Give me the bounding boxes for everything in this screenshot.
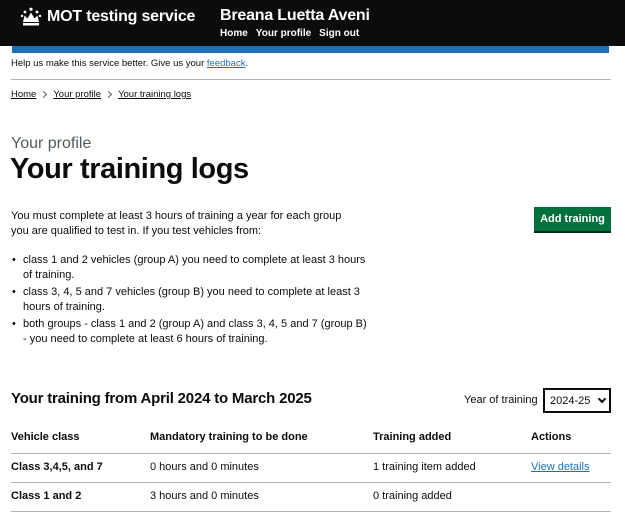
page-caption: Your profile <box>11 135 92 152</box>
vehicle-class-cell: Class 1 and 2 <box>11 490 82 502</box>
site-header: MOT testing service Breana Luetta Aveni … <box>0 0 625 46</box>
page-title: Your training logs <box>10 153 249 185</box>
breadcrumb-chevron-icon <box>40 90 48 99</box>
mandatory-training-cell: 3 hours and 0 minutes <box>150 490 259 502</box>
training-added-cell: 1 training item added <box>373 461 476 473</box>
feedback-banner-text: Help us make this service better. Give u… <box>11 58 207 69</box>
breadcrumb-chevron-icon <box>105 90 113 99</box>
nav-sign-out-link[interactable]: Sign out <box>319 28 359 39</box>
intro-text: You must complete at least 3 hours of tr… <box>11 210 342 237</box>
view-details-link[interactable]: View details <box>531 461 590 473</box>
table-row: Class 1 and 2 3 hours and 0 minutes 0 tr… <box>11 483 611 512</box>
requirements-list: class 1 and 2 vehicles (group A) you nee… <box>11 253 371 349</box>
table-header-row: Vehicle class Mandatory training to be d… <box>11 425 611 454</box>
training-table: Vehicle class Mandatory training to be d… <box>11 425 611 512</box>
service-name: MOT testing service <box>47 8 196 25</box>
column-header-actions: Actions <box>531 431 572 443</box>
training-added-cell: 0 training added <box>373 490 452 502</box>
requirement-group-b: class 3, 4, 5 and 7 vehicles (group B) y… <box>11 285 371 315</box>
nav-home-link[interactable]: Home <box>220 28 248 39</box>
breadcrumb-training-logs-link[interactable]: Your training logs <box>118 89 191 100</box>
requirement-both-groups: both groups - class 1 and 2 (group A) an… <box>11 317 371 347</box>
header-nav: Home Your profile Sign out <box>220 28 359 39</box>
feedback-banner: Help us make this service better. Give u… <box>11 58 611 80</box>
year-of-training-label: Year of training <box>464 394 538 406</box>
breadcrumb-your-profile-link[interactable]: Your profile <box>53 89 101 100</box>
table-row: Class 3,4,5, and 7 0 hours and 0 minutes… <box>11 454 611 483</box>
column-header-mandatory-training: Mandatory training to be done <box>150 431 308 443</box>
add-training-button[interactable]: Add training <box>534 207 611 231</box>
user-name: Breana Luetta Aveni <box>220 7 370 24</box>
header-accent-bar <box>12 46 609 53</box>
service-brand[interactable]: MOT testing service <box>20 7 195 27</box>
chevron-down-icon <box>597 394 607 404</box>
feedback-banner-suffix: . <box>245 58 249 69</box>
year-of-training-select[interactable]: 2024-25 <box>543 388 611 413</box>
vehicle-class-cell: Class 3,4,5, and 7 <box>11 461 103 473</box>
training-period-heading: Your training from April 2024 to March 2… <box>11 390 312 407</box>
crown-icon <box>20 7 42 26</box>
column-header-vehicle-class: Vehicle class <box>11 431 80 443</box>
year-selected-value: 2024-25 <box>550 394 591 407</box>
requirement-group-a: class 1 and 2 vehicles (group A) you nee… <box>11 253 371 283</box>
breadcrumb-home-link[interactable]: Home <box>11 89 36 100</box>
feedback-link[interactable]: feedback <box>207 58 246 69</box>
column-header-training-added: Training added <box>373 431 452 443</box>
nav-your-profile-link[interactable]: Your profile <box>256 28 311 39</box>
mandatory-training-cell: 0 hours and 0 minutes <box>150 461 259 473</box>
breadcrumb: Home Your profile Your training logs <box>11 89 191 100</box>
